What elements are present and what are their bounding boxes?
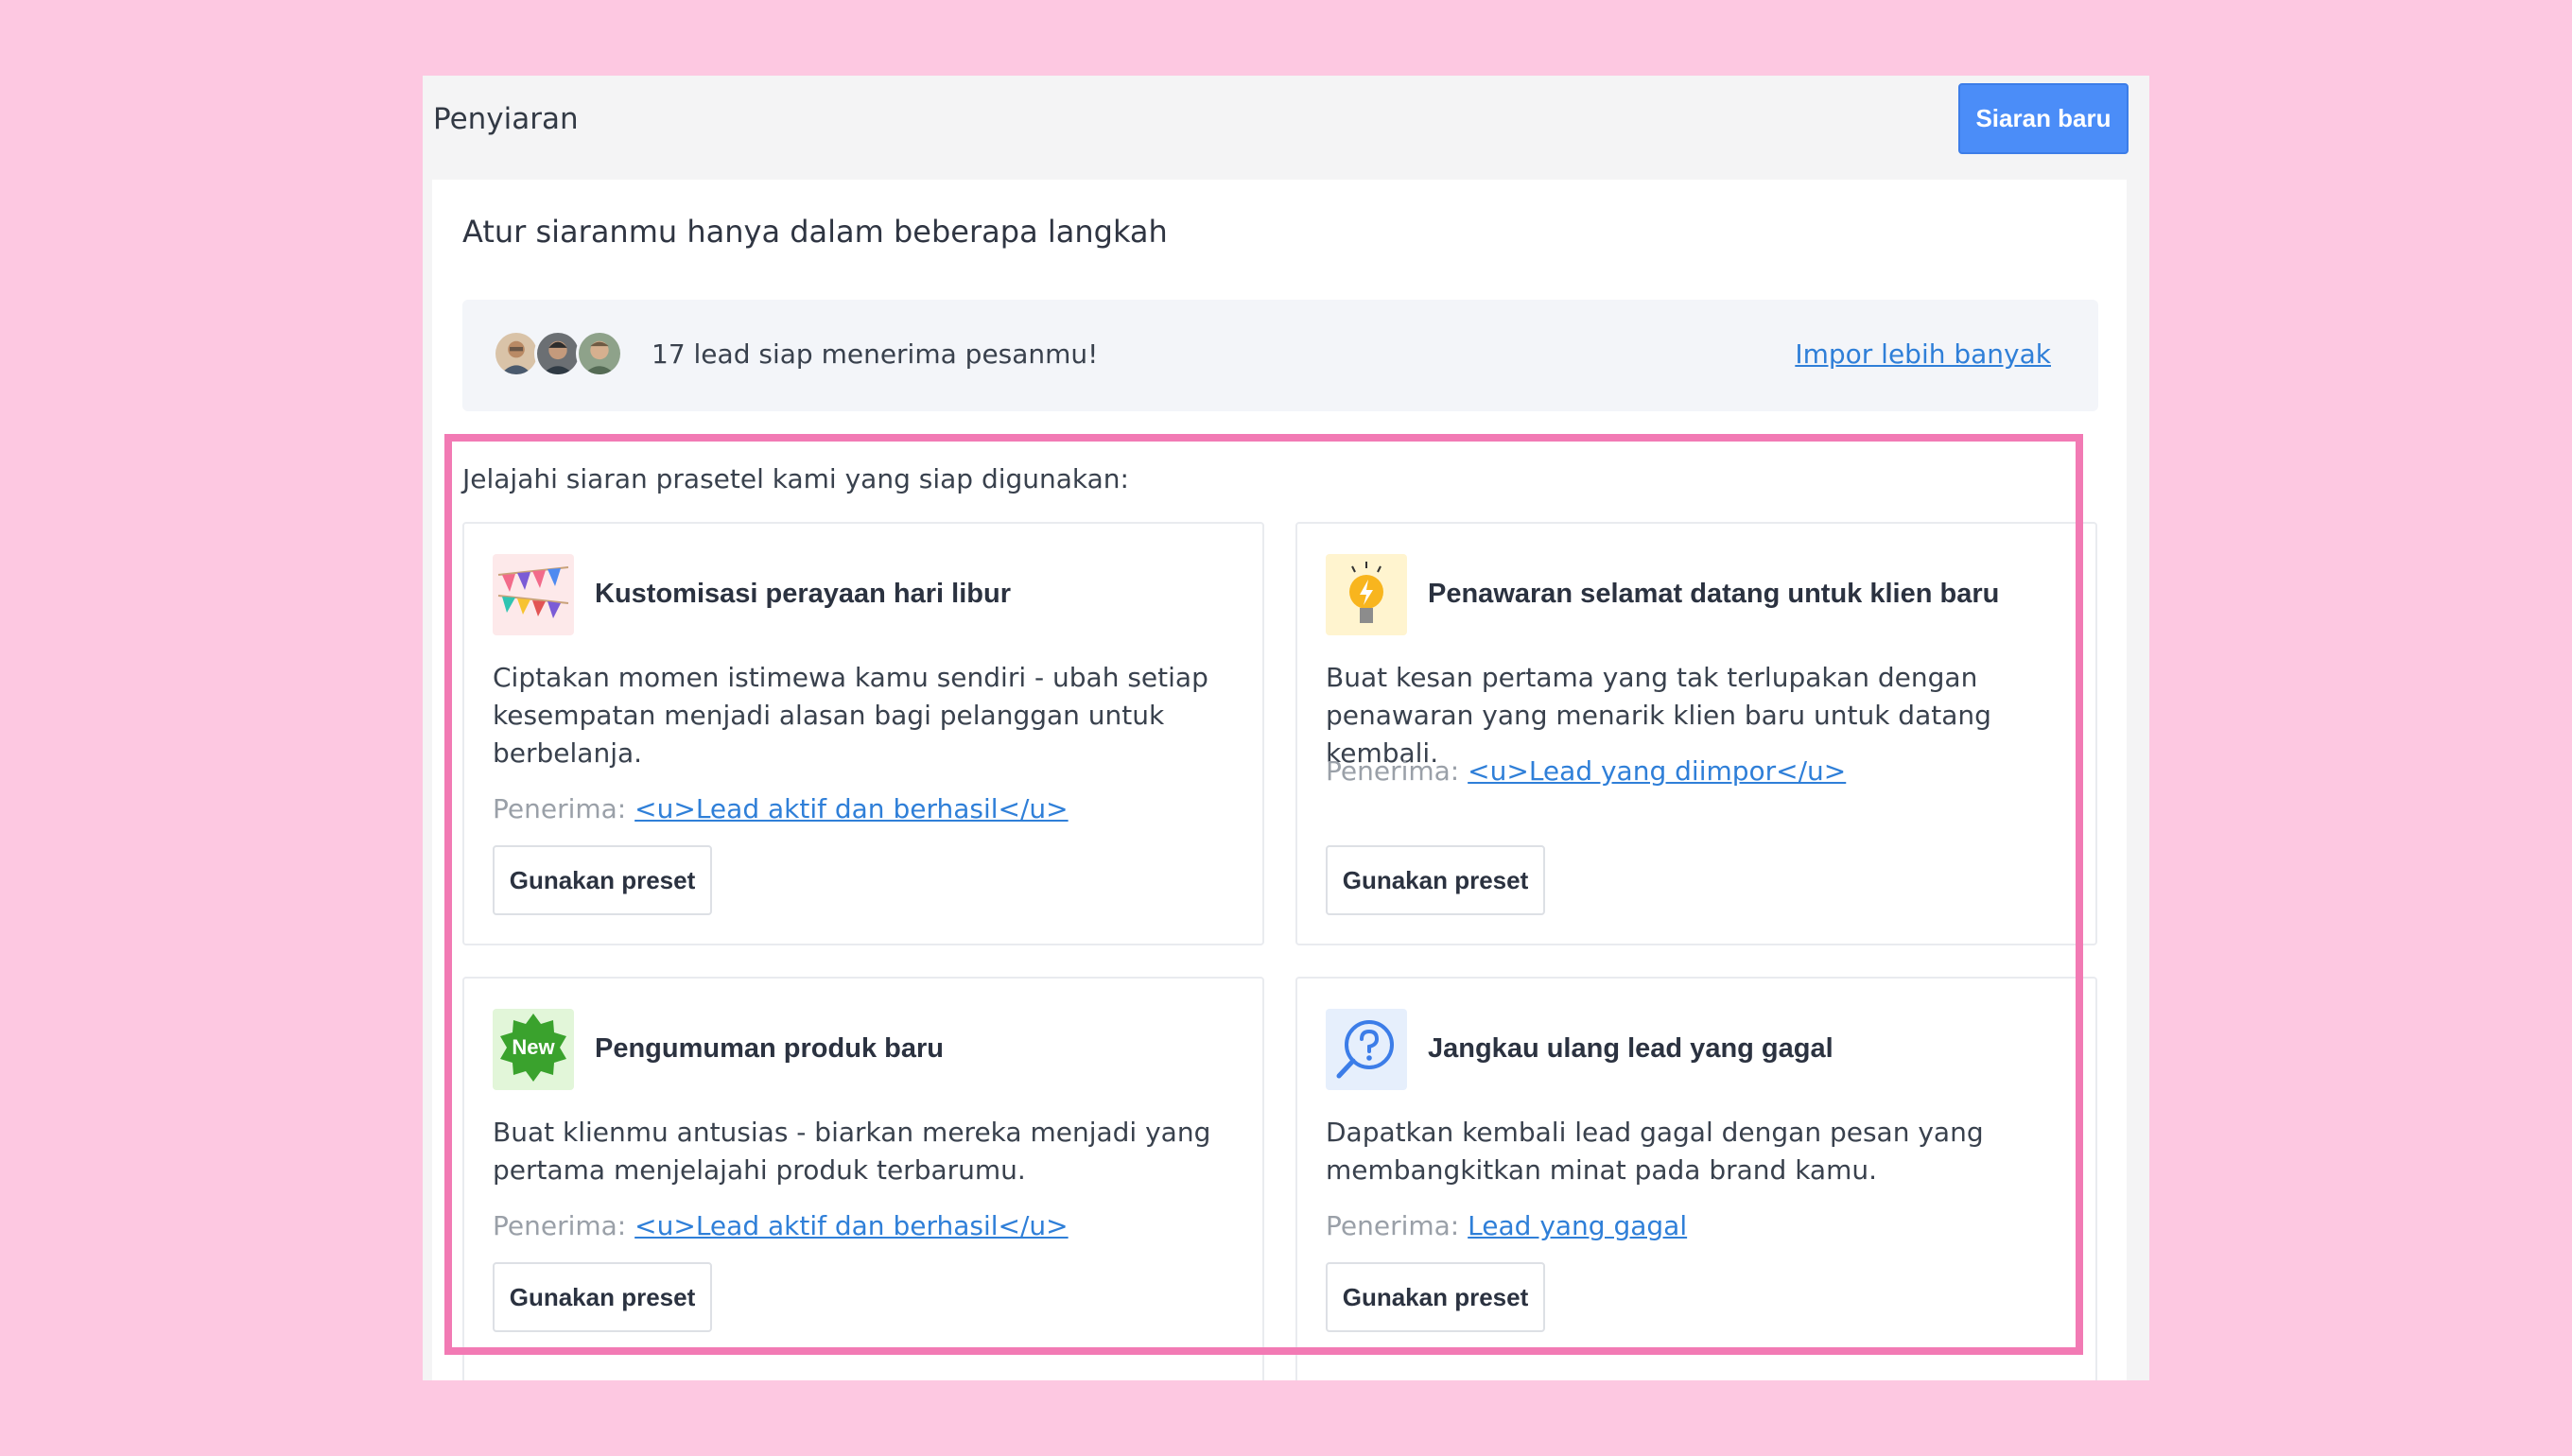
card-description: Dapatkan kembali lead gagal dengan pesan… <box>1326 1117 1984 1186</box>
avatar <box>493 330 540 377</box>
recipient-label: Penerima: <box>493 1210 627 1241</box>
recipient-link[interactable]: <u>Lead aktif dan berhasil</u> <box>634 1210 1068 1241</box>
avatar <box>534 330 582 377</box>
recipient-label: Penerima: <box>1326 1210 1460 1241</box>
recipient-link[interactable]: Lead yang gagal <box>1468 1210 1687 1241</box>
leads-count-text: 17 lead siap menerima pesanmu! <box>652 338 1099 370</box>
page-title: Penyiaran <box>433 102 579 136</box>
use-preset-button[interactable]: Gunakan preset <box>1326 845 1545 915</box>
card-recipient: Penerima: <u>Lead aktif dan berhasil</u> <box>493 1210 1069 1241</box>
use-preset-button[interactable]: Gunakan preset <box>493 1262 712 1332</box>
new-badge-text: New <box>512 1035 555 1059</box>
card-description: Buat klienmu antusias - biarkan mereka m… <box>493 1117 1211 1186</box>
recipient-label: Penerima: <box>493 793 627 824</box>
bunting-flags-icon <box>493 554 574 635</box>
card-description: Ciptakan momen istimewa kamu sendiri - u… <box>493 662 1208 769</box>
recipient-label: Penerima: <box>1326 755 1460 787</box>
card-title: Jangkau ulang lead yang gagal <box>1428 1033 1833 1064</box>
import-more-link[interactable]: Impor lebih banyak <box>1795 338 2051 370</box>
presets-intro: Jelajahi siaran prasetel kami yang siap … <box>462 463 1129 494</box>
panel-heading: Atur siaranmu hanya dalam beberapa langk… <box>462 214 1168 250</box>
preset-card-new-product: New Pengumuman produk baru Buat klienmu … <box>462 977 1264 1380</box>
top-bar: Penyiaran Siaran baru <box>423 76 2149 180</box>
card-recipient: Penerima: Lead yang gagal <box>1326 1210 1687 1241</box>
search-question-icon <box>1326 1009 1407 1090</box>
leads-summary-bar: 17 lead siap menerima pesanmu! Impor leb… <box>462 300 2098 411</box>
preset-card-reengage-failed: Jangkau ulang lead yang gagal Dapatkan k… <box>1295 977 2097 1380</box>
use-preset-button[interactable]: Gunakan preset <box>493 845 712 915</box>
recipient-link[interactable]: <u>Lead aktif dan berhasil</u> <box>634 793 1068 824</box>
card-title: Penawaran selamat datang untuk klien bar… <box>1428 579 2000 609</box>
preset-card-welcome-offer: Penawaran selamat datang untuk klien bar… <box>1295 522 2097 945</box>
avatar <box>576 330 623 377</box>
lightbulb-icon <box>1326 554 1407 635</box>
card-title: Pengumuman produk baru <box>595 1033 944 1064</box>
use-preset-button[interactable]: Gunakan preset <box>1326 1262 1545 1332</box>
card-recipient: Penerima: <u>Lead aktif dan berhasil</u> <box>493 793 1069 824</box>
main-panel: Atur siaranmu hanya dalam beberapa langk… <box>432 180 2127 1380</box>
new-broadcast-button[interactable]: Siaran baru <box>1958 83 2129 154</box>
broadcast-window: Penyiaran Siaran baru Atur siaranmu hany… <box>423 76 2149 1380</box>
card-title: Kustomisasi perayaan hari libur <box>595 579 1011 609</box>
new-badge-icon: New <box>493 1009 574 1090</box>
card-recipient: Penerima: <u>Lead yang diimpor</u> <box>1326 755 1846 787</box>
recipient-link[interactable]: <u>Lead yang diimpor</u> <box>1468 755 1846 787</box>
preset-card-holiday: Kustomisasi perayaan hari libur Ciptakan… <box>462 522 1264 945</box>
